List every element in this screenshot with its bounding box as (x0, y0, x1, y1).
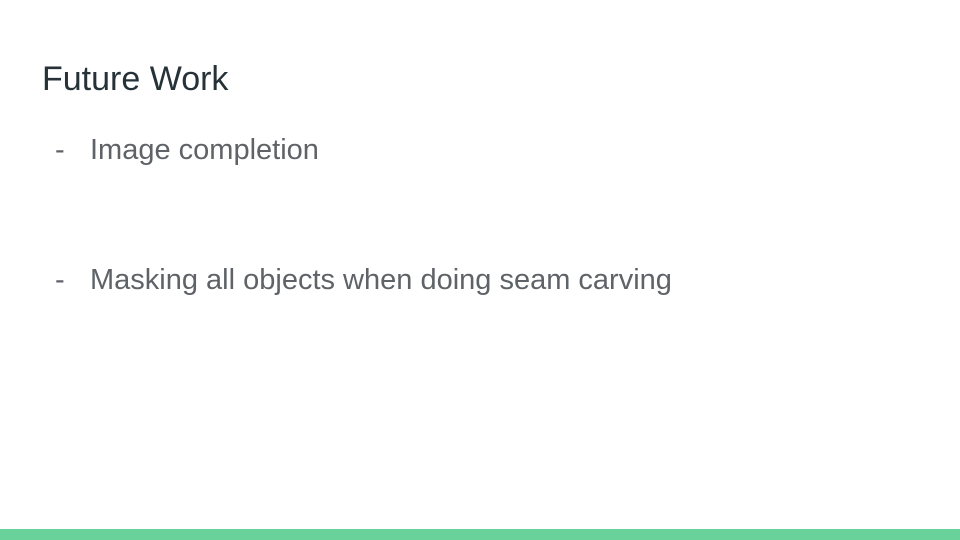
bullet-text: Masking all objects when doing seam carv… (90, 264, 672, 296)
bullet-item-image-completion: - Image completion (55, 132, 319, 168)
slide-title: Future Work (42, 60, 229, 98)
footer-accent-bar (0, 529, 960, 540)
bullet-marker: - (55, 134, 65, 166)
slide: Future Work - Image completion - Masking a… (0, 0, 960, 540)
bullet-marker: - (55, 264, 65, 296)
bullet-item-masking-objects: - Masking all objects when doing seam car… (55, 262, 672, 298)
bullet-text: Image completion (90, 134, 319, 166)
